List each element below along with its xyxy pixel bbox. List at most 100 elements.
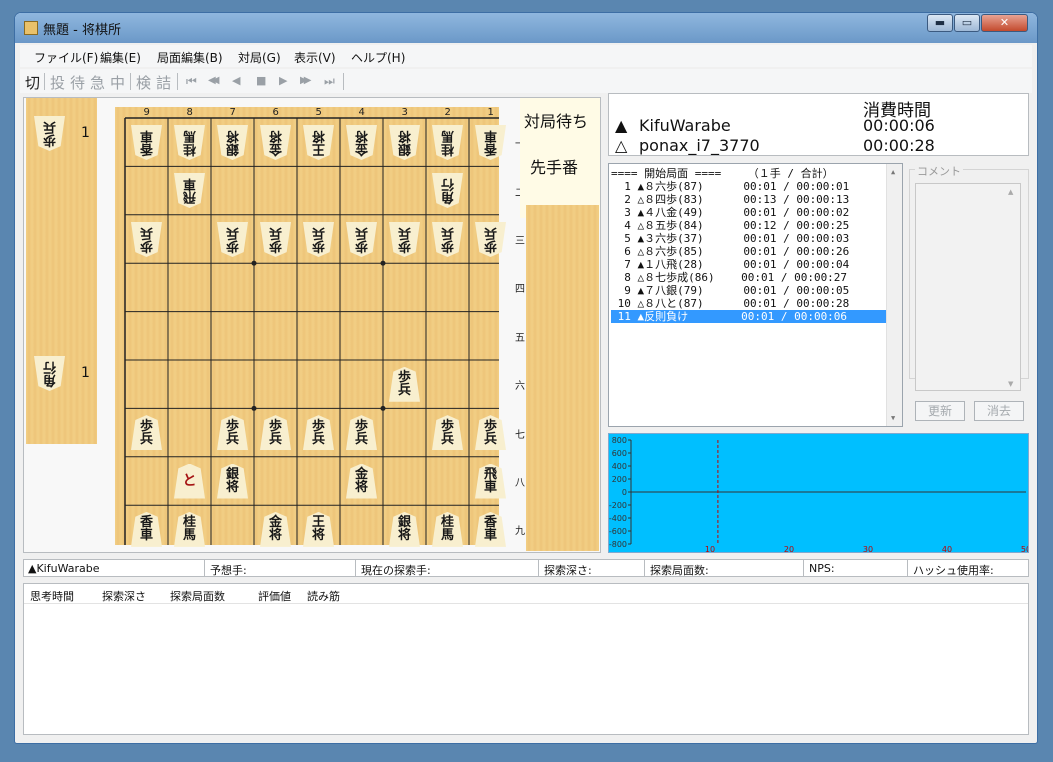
board-piece-sente[interactable]: 歩兵 [472,413,510,452]
board-piece-gote[interactable]: 歩兵 [128,220,166,259]
gote-hand-bishop[interactable]: 角行 [30,354,68,393]
update-button[interactable]: 更新 [915,401,965,421]
kifu-move-row[interactable]: 5 ▲３六歩(37) 00:01 / 00:00:03 [611,232,887,245]
kifu-move-row[interactable]: 8 △８七歩成(86) 00:01 / 00:00:27 [611,271,887,284]
clear-button[interactable]: 消去 [974,401,1024,421]
back-ten-icon[interactable]: ◀◀ [208,75,220,86]
toolbar-mate-button[interactable]: 詰 [156,72,171,93]
board-piece-gote[interactable]: 銀将 [214,123,252,162]
board-piece-sente[interactable]: と [171,462,209,501]
piece-char: 桂 [183,141,197,157]
board-piece-gote[interactable]: 香車 [472,123,510,162]
board-piece-sente[interactable]: 銀将 [386,510,424,549]
board-piece-sente[interactable]: 飛車 [472,462,510,501]
board-piece-gote[interactable]: 王将 [300,123,338,162]
kifu-move-row[interactable]: 9 ▲７八銀(79) 00:01 / 00:00:05 [611,284,887,297]
board-piece-gote[interactable]: 歩兵 [386,220,424,259]
toolbar-analyze-button[interactable]: 検 [136,72,151,93]
scroll-up-icon[interactable]: ▲ [891,168,895,176]
toolbar-resign-button[interactable]: 投 [50,72,65,93]
first-move-icon[interactable]: ⏮ [186,74,197,89]
board-piece-gote[interactable]: 歩兵 [300,220,338,259]
kifu-move-row[interactable]: 2 △８四歩(83) 00:13 / 00:00:13 [611,193,887,206]
gote-piece-stand: 歩兵 1 角行 1 [26,98,97,444]
minimize-button[interactable]: ▬ [927,14,953,32]
scroll-down-icon[interactable]: ▼ [891,414,895,422]
kifu-move-row[interactable]: 10 △８八と(87) 00:01 / 00:00:28 [611,297,887,310]
board-piece-gote[interactable]: 金将 [257,123,295,162]
board-piece-sente[interactable]: 歩兵 [128,413,166,452]
gote-hand-pawn[interactable]: 歩兵 [30,114,68,153]
kifu-move-row[interactable]: 1 ▲８六歩(87) 00:01 / 00:00:01 [611,180,887,193]
forward-ten-icon[interactable]: ▶▶ [300,75,312,86]
board-piece-sente[interactable]: 銀将 [214,462,252,501]
evaluation-graph[interactable]: 800 600 400 200 0 -200 -400 -600 -800 10 20 30 40 50 [608,433,1029,553]
comment-textarea[interactable]: ▲ ▼ [915,183,1021,391]
board-piece-gote[interactable]: 香車 [128,123,166,162]
board-piece-sente[interactable]: 香車 [128,510,166,549]
board-piece-gote[interactable]: 歩兵 [429,220,467,259]
kifu-move-row[interactable]: 3 ▲４八金(49) 00:01 / 00:00:02 [611,206,887,219]
menu-view[interactable]: 表示(V) [294,49,336,66]
board-piece-sente[interactable]: 金将 [343,462,381,501]
comment-scroll-down-icon[interactable]: ▼ [1008,380,1013,388]
board-piece-gote[interactable]: 銀将 [386,123,424,162]
col-think-time[interactable]: 思考時間 [30,588,74,604]
toolbar-cut-button[interactable]: 切 [25,72,40,93]
board-piece-sente[interactable]: 金将 [257,510,295,549]
col-nodes[interactable]: 探索局面数 [170,588,225,604]
board-piece-gote[interactable]: 金将 [343,123,381,162]
col-eval[interactable]: 評価値 [258,588,291,604]
board-piece-gote[interactable]: 歩兵 [343,220,381,259]
toolbar-hurry-button[interactable]: 急 [90,72,105,93]
menu-game[interactable]: 対局(G) [238,49,281,66]
board-piece-gote[interactable]: 歩兵 [472,220,510,259]
forward-one-icon[interactable]: ▶ [279,74,287,87]
game-status: 対局待ち [524,112,589,131]
kifu-move-row[interactable]: 4 △８五歩(84) 00:12 / 00:00:25 [611,219,887,232]
board-piece-gote[interactable]: 桂馬 [429,123,467,162]
board-piece-sente[interactable]: 歩兵 [343,413,381,452]
board-piece-sente[interactable]: 歩兵 [257,413,295,452]
menu-edit[interactable]: 編集(E) [100,49,141,66]
board-piece-sente[interactable]: 歩兵 [300,413,338,452]
piece-char: 車 [484,128,498,144]
board-piece-sente[interactable]: 王将 [300,510,338,549]
col-pv[interactable]: 読み筋 [307,588,340,604]
board-piece-gote[interactable]: 角行 [429,171,467,210]
menu-position-edit[interactable]: 局面編集(B) [157,49,223,66]
piece-label: 香車 [131,511,162,547]
toolbar-wait-button[interactable]: 待 [70,72,85,93]
toolbar-abort-button[interactable]: 中 [110,72,125,93]
kifu-scrollbar[interactable]: ▲ ▼ [886,164,902,426]
kifu-move-row[interactable]: 6 △８六歩(85) 00:01 / 00:00:26 [611,245,887,258]
shogi-board[interactable]: 987654321一二三四五六七八九香車桂馬銀将金将王将金将銀将桂馬香車飛車角行… [115,107,525,547]
kifu-move-row[interactable]: 11 ▲反則負け 00:01 / 00:00:06 [611,310,887,323]
title-bar[interactable]: 無題 - 将棋所 ▬ ▭ ✕ [15,13,1037,43]
comment-scroll-up-icon[interactable]: ▲ [1008,188,1013,196]
board-piece-gote[interactable]: 飛車 [171,171,209,210]
kifu-list[interactable]: ==== 開始局面 ==== （１手 / 合計） 1 ▲８六歩(87) 00:0… [608,163,903,427]
back-one-icon[interactable]: ◀ [232,74,240,87]
board-piece-sente[interactable]: 桂馬 [171,510,209,549]
board-piece-gote[interactable]: 桂馬 [171,123,209,162]
board-piece-sente[interactable]: 歩兵 [214,413,252,452]
close-button[interactable]: ✕ [981,14,1028,32]
col-depth[interactable]: 探索深さ [102,588,146,604]
menu-file[interactable]: ファイル(F) [34,49,98,66]
last-move-icon[interactable]: ⏭ [324,74,335,89]
piece-label: 歩兵 [432,222,463,257]
maximize-button[interactable]: ▭ [954,14,980,32]
thinking-list[interactable]: 思考時間 探索深さ 探索局面数 評価値 読み筋 [23,583,1029,735]
board-piece-gote[interactable]: 歩兵 [214,220,252,259]
board-piece-sente[interactable]: 香車 [472,510,510,549]
board-piece-gote[interactable]: 歩兵 [257,220,295,259]
board-piece-sente[interactable]: 桂馬 [429,510,467,549]
board-piece-sente[interactable]: 歩兵 [429,413,467,452]
piece-char: 馬 [441,128,455,144]
piece-char: 車 [483,480,497,495]
kifu-move-row[interactable]: 7 ▲１八飛(28) 00:01 / 00:00:04 [611,258,887,271]
menu-help[interactable]: ヘルプ(H) [351,49,405,66]
board-piece-sente[interactable]: 歩兵 [386,365,424,404]
stop-icon[interactable]: ■ [256,74,266,87]
